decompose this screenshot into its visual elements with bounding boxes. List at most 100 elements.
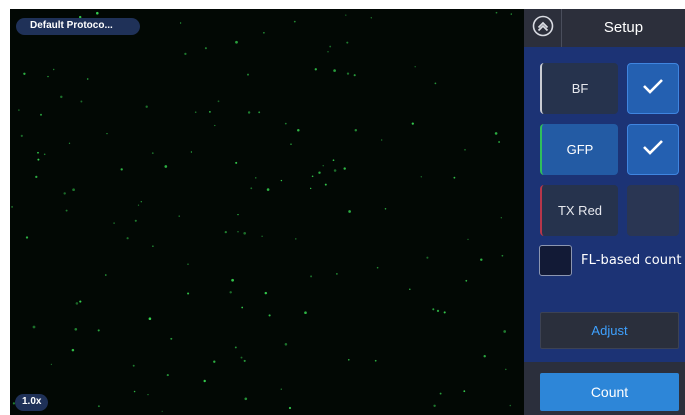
cell-dot — [374, 359, 377, 362]
cell-dot — [494, 132, 498, 135]
image-viewer[interactable]: Default Protoco... 1.0x — [10, 9, 524, 415]
cell-dot — [332, 159, 335, 162]
cell-dot — [194, 111, 197, 113]
cell-dot — [336, 273, 338, 275]
cell-dot — [436, 309, 440, 313]
cell-dot — [11, 205, 14, 208]
cell-dot — [280, 388, 282, 390]
cell-dot — [280, 179, 283, 182]
cell-dot — [237, 213, 239, 216]
channel-checkbox-bf[interactable] — [627, 63, 679, 114]
cell-dot — [426, 256, 429, 259]
cell-dot — [37, 151, 39, 154]
home-button[interactable] — [524, 9, 562, 47]
cell-dot — [290, 143, 292, 145]
cell-dot — [47, 75, 49, 78]
cell-dot — [97, 405, 100, 408]
cell-dot — [250, 187, 253, 190]
cell-dot — [509, 404, 512, 407]
cell-dot — [443, 311, 446, 314]
cell-dot — [235, 40, 238, 44]
cell-dot — [288, 406, 292, 410]
cell-dot — [178, 215, 180, 217]
cell-dot — [464, 149, 466, 151]
cell-dot — [480, 258, 483, 261]
cell-dot — [345, 14, 347, 16]
cell-dot — [284, 122, 287, 125]
cell-dot — [134, 219, 137, 222]
cell-dot — [247, 73, 249, 76]
cell-dot — [80, 100, 83, 103]
cell-dot — [295, 238, 297, 240]
cell-dot — [50, 363, 53, 366]
cell-dot — [333, 69, 336, 72]
cell-dot — [35, 175, 38, 179]
cell-dot — [229, 291, 232, 294]
channel-checkbox-gfp[interactable] — [627, 124, 679, 175]
cell-dot — [147, 393, 149, 396]
cell-dot — [268, 314, 271, 317]
cell-dot — [453, 176, 456, 179]
cell-dot — [152, 245, 154, 247]
panel-header: Setup — [524, 9, 685, 47]
cell-dot — [465, 279, 468, 282]
cell-dot — [420, 176, 422, 178]
cell-dot — [240, 356, 243, 359]
cell-dot — [113, 222, 115, 224]
cell-dot — [376, 266, 379, 269]
cell-dot — [311, 175, 314, 178]
cell-dot — [63, 192, 66, 195]
cell-dot — [266, 188, 270, 191]
fl-based-count-label: FL-based count — [581, 253, 682, 268]
count-button[interactable]: Count — [540, 373, 679, 411]
cell-dot — [370, 17, 372, 19]
protocol-selector[interactable]: Default Protoco... — [16, 18, 140, 35]
cell-dot — [434, 82, 437, 85]
cell-dot — [217, 100, 220, 103]
cell-dot — [243, 231, 247, 235]
cell-dot — [244, 397, 248, 401]
cell-dot — [483, 355, 486, 358]
cell-dot — [187, 263, 189, 265]
cell-dot — [137, 204, 140, 206]
cell-dot — [510, 13, 512, 15]
fl-based-count-checkbox[interactable] — [539, 245, 572, 276]
home-chevron-icon — [532, 15, 554, 42]
cell-dot — [190, 151, 193, 153]
cell-dot — [498, 141, 501, 143]
channel-button-gfp[interactable]: GFP — [540, 124, 618, 175]
cell-dot — [247, 111, 251, 114]
cell-dot — [297, 128, 300, 132]
cell-dot — [258, 111, 261, 114]
cell-dot — [133, 390, 136, 393]
cell-dot — [148, 317, 152, 320]
cell-dot — [310, 275, 313, 278]
channel-button-bf[interactable]: BF — [540, 63, 618, 114]
cell-dot — [346, 72, 350, 75]
cell-dot — [166, 374, 169, 377]
channel-button-tx-red[interactable]: TX Red — [540, 185, 618, 236]
cell-dot — [264, 291, 268, 295]
cell-dot — [32, 325, 36, 329]
cell-dot — [261, 235, 263, 237]
cell-dot — [145, 105, 148, 108]
zoom-level-badge[interactable]: 1.0x — [15, 394, 49, 411]
cell-dot — [74, 327, 78, 331]
adjust-button[interactable]: Adjust — [540, 312, 679, 349]
cell-dot — [463, 390, 466, 393]
cell-dot — [18, 109, 20, 111]
cell-dot — [43, 153, 46, 156]
cell-dot — [20, 134, 23, 137]
cell-dot — [184, 52, 187, 56]
cell-dot — [234, 346, 237, 349]
checkmark-icon — [642, 77, 664, 100]
cell-dot — [310, 187, 312, 190]
channel-checkbox-tx-red[interactable] — [627, 185, 679, 236]
cell-dot — [348, 210, 351, 213]
cell-dot — [384, 208, 387, 210]
panel-title: Setup — [603, 19, 644, 36]
cell-dot — [203, 379, 206, 383]
cell-dot — [235, 161, 238, 164]
cell-dot — [324, 183, 327, 186]
cell-dot — [409, 288, 411, 290]
